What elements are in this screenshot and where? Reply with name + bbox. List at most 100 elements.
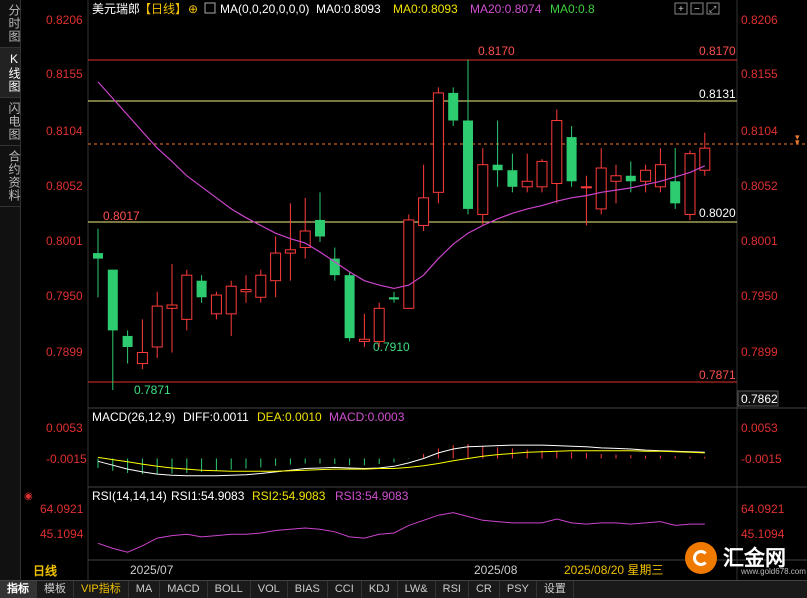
- x-axis: 2025/07 2025/08 2025/08/20 星期三: [130, 563, 663, 577]
- macd-name: MACD(26,12,9): [92, 410, 175, 424]
- candle-down[interactable]: [344, 275, 355, 339]
- tab-indicators[interactable]: 指标: [0, 581, 37, 598]
- candle-up[interactable]: [270, 252, 282, 282]
- candle-up[interactable]: [358, 338, 370, 342]
- ma20-value: MA20:0.8074: [470, 2, 542, 16]
- rsi-line: [97, 512, 705, 553]
- ma-params: MA(0,0,20,0,0,0): [220, 2, 309, 16]
- macd-tick-right: -0.0015: [741, 452, 782, 466]
- candle-up[interactable]: [136, 352, 148, 365]
- close-indicator-icon[interactable]: ◉: [24, 491, 33, 502]
- tab-templates[interactable]: 模板: [37, 581, 74, 598]
- tab-macd[interactable]: MACD: [160, 581, 208, 598]
- price-tick-left: 0.8104: [46, 124, 83, 138]
- tab-lw[interactable]: LW&: [398, 581, 436, 598]
- rsi3-value: RSI3:54.9083: [335, 489, 409, 503]
- candle-up[interactable]: [240, 289, 252, 293]
- candle-up[interactable]: [225, 285, 237, 315]
- candle-up[interactable]: [255, 274, 267, 298]
- candle-up[interactable]: [610, 175, 622, 182]
- tab-vol[interactable]: VOL: [251, 581, 288, 598]
- candle-down[interactable]: [492, 164, 503, 171]
- grid-toggle-icon[interactable]: [204, 2, 216, 14]
- candle-up[interactable]: [181, 274, 193, 320]
- candle-up[interactable]: [684, 153, 696, 215]
- settings-icon[interactable]: ⊕: [188, 2, 198, 16]
- candle-up[interactable]: [418, 197, 430, 226]
- rsi1-value: RSI1:54.9083: [171, 489, 245, 503]
- price-tick-left: 0.8155: [46, 67, 83, 81]
- macd-diff-line: [97, 444, 705, 477]
- current-price: 0.7862: [741, 392, 778, 406]
- label-8131: 0.8131: [699, 87, 736, 101]
- candle-down[interactable]: [196, 280, 207, 298]
- candle-down[interactable]: [463, 120, 473, 209]
- candle-up[interactable]: [284, 249, 296, 254]
- ma0b-value: MA0:0.8093: [393, 2, 458, 16]
- macd-dea-value: DEA:0.0010: [257, 410, 322, 424]
- tab-boll[interactable]: BOLL: [208, 581, 251, 598]
- gold678-logo: 汇金网 www.gold678.com: [685, 540, 806, 578]
- macd-tick-left: -0.0015: [46, 452, 87, 466]
- candle-up[interactable]: [536, 160, 548, 188]
- period-label: 【日线】: [139, 2, 187, 16]
- tab-settings[interactable]: 设置: [537, 581, 574, 598]
- candle-up[interactable]: [521, 180, 533, 188]
- candle-up[interactable]: [373, 307, 385, 342]
- tab-psy[interactable]: PSY: [500, 581, 537, 598]
- tab-cr[interactable]: CR: [469, 581, 500, 598]
- label-8017: 0.8017: [103, 209, 140, 223]
- logo-site: www.gold678.com: [741, 567, 806, 576]
- candle-down[interactable]: [670, 181, 681, 204]
- macd-tick-right: 0.0053: [741, 421, 778, 435]
- price-marker-icon-2: ▾: [795, 137, 800, 147]
- rsi-tick-left: 64.0921: [40, 502, 84, 516]
- high-label-right: 0.8170: [699, 44, 736, 58]
- ma0c-value: MA0:0.8: [550, 2, 595, 16]
- tab-bias[interactable]: BIAS: [288, 581, 328, 598]
- rsi-tick-left: 45.1094: [40, 527, 84, 541]
- candle-down[interactable]: [625, 175, 636, 182]
- tab-rsi[interactable]: RSI: [436, 581, 469, 598]
- candle-down[interactable]: [389, 297, 399, 300]
- candle-up[interactable]: [580, 186, 592, 189]
- expand-icon: ⤢: [708, 4, 716, 14]
- ma20-line: [97, 81, 706, 290]
- tab-vip-indicators[interactable]: VIP指标: [74, 581, 129, 598]
- candle-down[interactable]: [93, 253, 103, 259]
- price-tick-left: 0.8052: [46, 179, 83, 193]
- candle-up[interactable]: [551, 120, 563, 184]
- candle-down[interactable]: [507, 170, 518, 187]
- period-badge-label: 日线: [33, 563, 57, 578]
- tab-cci[interactable]: CCI: [328, 581, 362, 598]
- price-tick-right: 0.8052: [741, 179, 778, 193]
- high-label: 0.8170: [478, 44, 515, 58]
- x-label: 2025/07: [130, 563, 174, 577]
- price-tick-right: 0.8206: [741, 13, 778, 27]
- candle-up[interactable]: [166, 304, 178, 309]
- candle-down[interactable]: [122, 335, 133, 347]
- candle-down[interactable]: [107, 269, 118, 331]
- candle-up[interactable]: [595, 167, 607, 210]
- chart-area[interactable]: 美元瑞郎 【日线】 ⊕ MA(0,0,20,0,0,0) MA0:0.8093 …: [0, 0, 807, 580]
- candle-up[interactable]: [432, 92, 444, 193]
- candle-up[interactable]: [210, 294, 222, 315]
- candle-down[interactable]: [315, 219, 325, 237]
- price-header: 美元瑞郎 【日线】 ⊕ MA(0,0,20,0,0,0) MA0:0.8093 …: [92, 2, 595, 16]
- macd-axis: 0.0053 -0.0015 0.0053 -0.0015: [46, 421, 782, 466]
- label-7871-right: 0.7871: [699, 368, 736, 382]
- label-8020: 0.8020: [699, 206, 736, 220]
- rsi-name: RSI(14,14,14): [92, 489, 167, 503]
- candle-up[interactable]: [403, 219, 415, 309]
- tab-ma[interactable]: MA: [129, 581, 161, 598]
- candle-down[interactable]: [329, 258, 340, 276]
- price-tick-left: 0.8001: [46, 234, 83, 248]
- price-tick-left: 0.7950: [46, 289, 83, 303]
- candle-up[interactable]: [151, 305, 163, 348]
- candle-down[interactable]: [566, 137, 577, 182]
- candle-up[interactable]: [477, 164, 489, 215]
- candle-up[interactable]: [654, 164, 666, 188]
- candle-down[interactable]: [448, 92, 459, 121]
- tab-kdj[interactable]: KDJ: [362, 581, 398, 598]
- candle-up[interactable]: [640, 169, 652, 182]
